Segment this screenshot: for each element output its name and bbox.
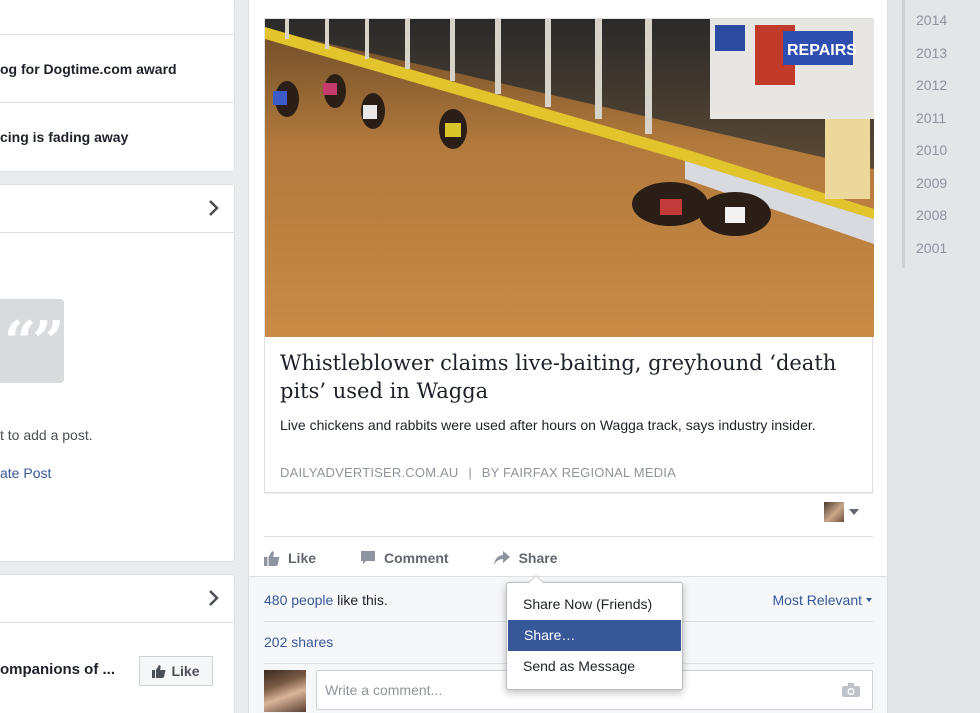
year-link[interactable]: 2008: [905, 203, 947, 236]
menu-item-share[interactable]: Share…: [508, 620, 681, 651]
year-link[interactable]: 2010: [905, 138, 947, 171]
source-byline: BY FAIRFAX REGIONAL MEDIA: [481, 465, 676, 480]
year-list: 2014 2013 2012 2011 2010 2009 2008 2001: [902, 0, 947, 268]
list-item[interactable]: cing is fading away: [0, 103, 234, 171]
avatar: [824, 502, 844, 522]
like-page-button[interactable]: Like: [139, 656, 213, 686]
pages-card-header[interactable]: [0, 575, 234, 623]
likes-summary: 480 people like this.: [264, 592, 388, 608]
article-photo[interactable]: REPAIRS: [265, 19, 874, 337]
menu-item-send-message[interactable]: Send as Message: [507, 651, 682, 682]
post-title[interactable]: og for Dogtime.com award: [0, 61, 177, 77]
share-button[interactable]: Share: [493, 550, 558, 566]
post-title[interactable]: cing is fading away: [0, 129, 128, 145]
menu-item-share-now[interactable]: Share Now (Friends): [507, 589, 682, 620]
caret-down-icon: [866, 598, 872, 602]
comment-label: Comment: [384, 549, 449, 566]
article-title[interactable]: Whistleblower claims live-baiting, greyh…: [280, 349, 850, 405]
timeline-year-rail: 2014 2013 2012 2011 2010 2009 2008 2001: [888, 0, 980, 713]
chevron-right-icon[interactable]: [208, 589, 220, 607]
source-domain: DAILYADVERTISER.COM.AU: [280, 465, 459, 480]
sort-label: Most Relevant: [772, 592, 862, 608]
chevron-right-icon[interactable]: [208, 199, 220, 217]
year-link[interactable]: 2013: [905, 41, 947, 74]
like-label: Like: [288, 549, 317, 566]
create-post-link[interactable]: ate Post: [0, 465, 51, 481]
page-name[interactable]: ompanions of ...: [0, 661, 115, 678]
post-actions: Like Comment Share: [264, 536, 873, 578]
billboard-text: REPAIRS: [787, 42, 857, 59]
like-button[interactable]: Like: [264, 550, 316, 566]
share-arrow-icon: [493, 550, 510, 565]
thumbs-up-icon: [152, 665, 166, 678]
audience-selector[interactable]: [824, 502, 859, 522]
empty-state-hint: t to add a post.: [0, 427, 93, 443]
list-item[interactable]: [0, 0, 234, 35]
year-link[interactable]: 2009: [905, 171, 947, 204]
source-separator: |: [468, 465, 472, 480]
year-link[interactable]: 2014: [905, 8, 947, 41]
link-preview[interactable]: REPAIRS Whistleblower claims live-baitin…: [264, 18, 874, 493]
list-item[interactable]: og for Dogtime.com award: [0, 35, 234, 103]
article-description: Live chickens and rabbits were used afte…: [280, 417, 816, 433]
share-menu: Share Now (Friends) Share… Send as Messa…: [506, 575, 683, 690]
avatar: [264, 670, 306, 712]
year-link[interactable]: 2011: [905, 106, 947, 139]
article-source: DAILYADVERTISER.COM.AU | BY FAIRFAX REGI…: [280, 465, 676, 480]
quote-icon: “”: [0, 299, 64, 383]
recent-posts-card: og for Dogtime.com award cing is fading …: [0, 0, 235, 172]
like-label: Like: [171, 663, 200, 679]
thumbs-up-icon: [264, 550, 280, 566]
share-label: Share: [518, 549, 558, 566]
comment-icon: [361, 550, 376, 564]
comment-sort-dropdown[interactable]: Most Relevant: [773, 592, 872, 608]
year-link[interactable]: 2012: [905, 73, 947, 106]
greyhound-race-image: REPAIRS: [265, 19, 874, 337]
comment-button[interactable]: Comment: [360, 550, 449, 566]
comment-placeholder: Write a comment...: [325, 682, 443, 698]
pages-card: ompanions of ... Like: [0, 574, 235, 713]
posts-card-header[interactable]: [0, 185, 234, 233]
likes-suffix: like this.: [333, 592, 388, 608]
posts-card: “” t to add a post. ate Post: [0, 184, 235, 562]
likes-count-link[interactable]: 480 people: [264, 592, 333, 608]
camera-icon[interactable]: [842, 683, 860, 697]
year-link[interactable]: 2001: [905, 236, 947, 269]
caret-down-icon: [849, 509, 859, 515]
shares-count-link[interactable]: 202 shares: [264, 634, 333, 650]
